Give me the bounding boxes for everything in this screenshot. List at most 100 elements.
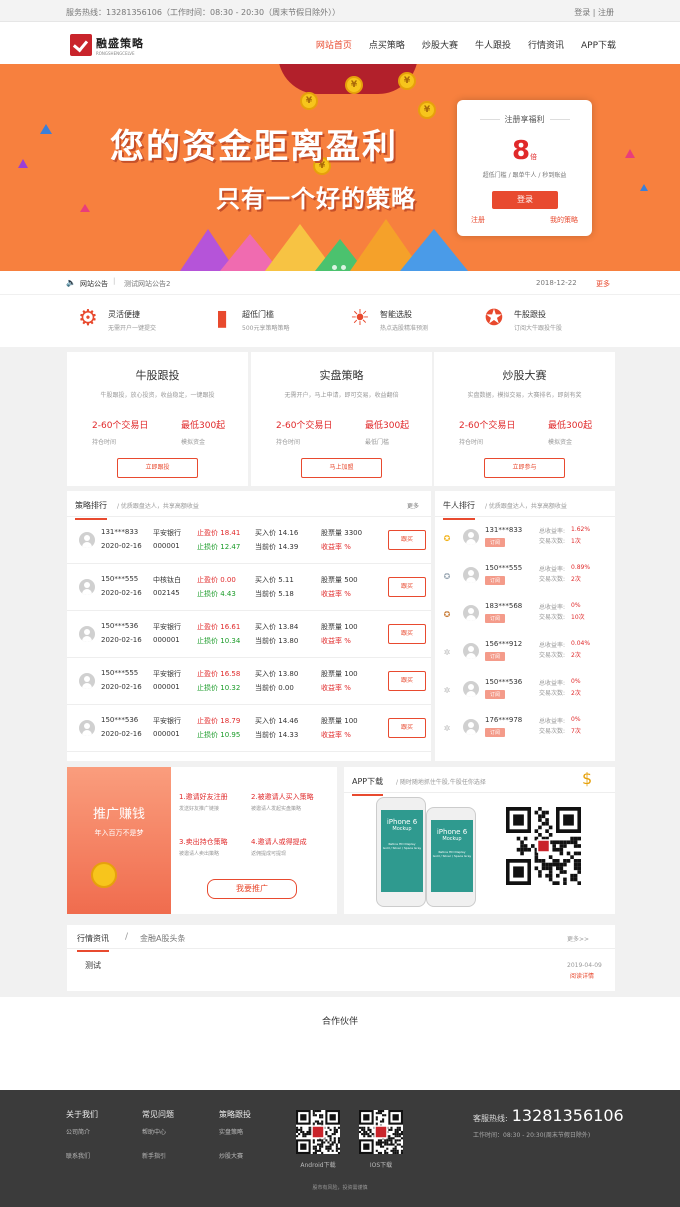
card-desc: 牛股跟投，放心投资，收益稳定，一键跟投 xyxy=(100,392,215,399)
tab-a-share-headlines[interactable]: 金融A股头条 xyxy=(140,933,185,944)
subscribe-tag[interactable]: 订阅 xyxy=(485,538,506,547)
stop-profit: 止盈价 18.79 xyxy=(197,716,240,726)
notice-bar: 🔈 网站公告 | 测试网站公告2 2018-12-22 更多 xyxy=(0,271,680,295)
coin-icon: $ xyxy=(582,769,593,788)
promo-banner: 推广赚钱 年入百万不是梦 xyxy=(67,767,171,914)
buy-price-value: 14.46 xyxy=(278,717,299,725)
notice-content[interactable]: 测试网站公告2 xyxy=(124,279,170,289)
android-qr-code[interactable] xyxy=(296,1110,340,1154)
login-link[interactable]: 登录 xyxy=(574,8,590,17)
promo-step: 2.被邀请人买入策略 被邀请人发起实盘策略 xyxy=(251,792,314,812)
follow-buy-button[interactable]: 跟买 xyxy=(388,530,426,550)
medal-silver-icon: ✪ xyxy=(443,572,451,581)
nav-buy-strategy[interactable]: 点买策略 xyxy=(369,38,405,51)
trade-count-value: 2次 xyxy=(571,690,581,697)
user-name: 156***912 xyxy=(485,640,523,648)
buy-price-label: 买入价 xyxy=(255,576,276,584)
my-strategy-link[interactable]: 我的策略 xyxy=(550,215,578,225)
user-name: 176***978 xyxy=(485,716,523,724)
nav-app[interactable]: APP下载 xyxy=(581,38,616,51)
carousel-dot[interactable] xyxy=(332,265,337,270)
nav-follow[interactable]: 牛人跟投 xyxy=(475,38,511,51)
total-return-value: 0.89% xyxy=(571,564,591,571)
confetti xyxy=(80,204,90,212)
medal-gray-icon: ✲ xyxy=(443,648,451,657)
return-rate: 收益率 % xyxy=(321,636,351,646)
stop-loss-value: 10.32 xyxy=(220,684,241,692)
total-return-value: 0% xyxy=(571,716,581,723)
trade-count-value: 1次 xyxy=(571,538,581,545)
hotline-number: 13281356106 xyxy=(511,1106,624,1125)
current-price: 当前价 14.33 xyxy=(255,730,298,740)
nav-news[interactable]: 行情资讯 xyxy=(528,38,564,51)
service-hotline: 客服热线: 13281356106 xyxy=(473,1106,624,1125)
total-return-label: 总收益率: xyxy=(539,528,566,535)
buy-price-label: 买入价 xyxy=(255,623,276,631)
follow-buy-button[interactable]: 跟买 xyxy=(388,718,426,738)
footer-link[interactable]: 公司简介 xyxy=(66,1127,98,1136)
trade-date: 2020-02-16 xyxy=(101,589,142,597)
footer-link[interactable]: 新手指引 xyxy=(142,1151,174,1160)
avatar xyxy=(463,681,479,697)
login-button[interactable]: 登录 xyxy=(492,191,558,209)
trade-date: 2020-02-16 xyxy=(101,683,142,691)
user-name: 150***536 xyxy=(485,678,523,686)
master-ranking-panel: 牛人排行 / 优质跟盘达人，共享高额收益 ✪ 131***833 订阅 总收益率… xyxy=(435,491,615,761)
join-now-button[interactable]: 马上加盟 xyxy=(301,458,382,478)
return-rate: 收益率 % xyxy=(321,542,351,552)
current-price-value: 13.80 xyxy=(278,637,299,645)
subscribe-tag[interactable]: 订阅 xyxy=(485,652,506,661)
quantity-label: 股票量 xyxy=(321,670,342,678)
medal-gold-icon: ✪ xyxy=(443,534,451,543)
promote-button[interactable]: 我要推广 xyxy=(207,879,297,899)
phone-screen: iPhone 6 Mockup Retina HD Display Gold / Si… xyxy=(431,820,473,892)
card-value: 2-60个交易日 xyxy=(459,421,516,431)
feature-desc: 500元享策略策略 xyxy=(242,325,290,332)
subscribe-tag[interactable]: 订阅 xyxy=(485,614,506,623)
strategy-row: 150***536 2020-02-16 平安银行 000001 止盈价 16.… xyxy=(67,611,431,658)
notice-more-link[interactable]: 更多 xyxy=(596,279,610,289)
ranking-row: ✪ 150***555 订阅 总收益率: 0.89% 交易次数: 2次 xyxy=(435,559,615,597)
feature-title: 灵活便捷 xyxy=(108,310,140,319)
footer-link[interactable]: 帮助中心 xyxy=(142,1127,174,1136)
more-link[interactable]: 更多 xyxy=(407,501,419,510)
participate-button[interactable]: 立即参与 xyxy=(484,458,565,478)
footer-link[interactable]: 实盘策略 xyxy=(219,1127,251,1136)
follow-now-button[interactable]: 立即跟投 xyxy=(117,458,198,478)
register-link[interactable]: 注册 xyxy=(471,215,485,225)
separator: | xyxy=(592,8,596,17)
footer-link[interactable]: 联系我们 xyxy=(66,1151,98,1160)
follow-buy-button[interactable]: 跟买 xyxy=(388,624,426,644)
promotion-panel: 推广赚钱 年入百万不是梦 1.邀请好友注册 发送好友推广链接 2.被邀请人买入策略… xyxy=(67,767,337,914)
stop-loss-label: 止损价 xyxy=(197,590,218,598)
app-qr-code[interactable] xyxy=(506,807,581,885)
hero-banner[interactable]: ¥ ¥ ¥ ¥ ¥ 您的资金距离盈利 只有一个好的策略 注册享福利 8倍 超低门… xyxy=(0,64,680,271)
user-name: 150***536 xyxy=(101,716,139,724)
stop-profit-label: 止盈价 xyxy=(197,717,218,725)
follow-buy-button[interactable]: 跟买 xyxy=(388,577,426,597)
quantity: 股票量 3300 xyxy=(321,528,362,538)
subscribe-tag[interactable]: 订阅 xyxy=(485,576,506,585)
footer-link[interactable]: 炒股大赛 xyxy=(219,1151,251,1160)
nav-home[interactable]: 网站首页 xyxy=(316,38,352,51)
news-item-title[interactable]: 测试 xyxy=(85,960,101,971)
stop-loss-value: 10.34 xyxy=(220,637,241,645)
follow-buy-button[interactable]: 跟买 xyxy=(388,671,426,691)
buy-price-value: 13.80 xyxy=(278,670,299,678)
subscribe-tag[interactable]: 订阅 xyxy=(485,728,506,737)
logo[interactable]: 融盛策略 RONGSHENGCELVE xyxy=(70,33,144,57)
trade-date: 2020-02-16 xyxy=(101,542,142,550)
register-link[interactable]: 注册 xyxy=(598,8,614,17)
trade-count-value: 2次 xyxy=(571,576,581,583)
subscribe-tag[interactable]: 订阅 xyxy=(485,690,506,699)
read-more-link[interactable]: 阅读详情 xyxy=(570,971,594,980)
tab-market-news[interactable]: 行情资讯 xyxy=(77,933,109,952)
stop-loss: 止损价 4.43 xyxy=(197,589,236,599)
carousel-dot[interactable] xyxy=(341,265,346,270)
nav-contest[interactable]: 炒股大赛 xyxy=(422,38,458,51)
panel-title[interactable]: 牛人排行 xyxy=(443,500,475,520)
news-more-link[interactable]: 更多>> xyxy=(567,934,589,943)
user-name: 131***833 xyxy=(101,528,139,536)
ios-qr-code[interactable] xyxy=(359,1110,403,1154)
carousel-dots[interactable] xyxy=(330,255,348,271)
